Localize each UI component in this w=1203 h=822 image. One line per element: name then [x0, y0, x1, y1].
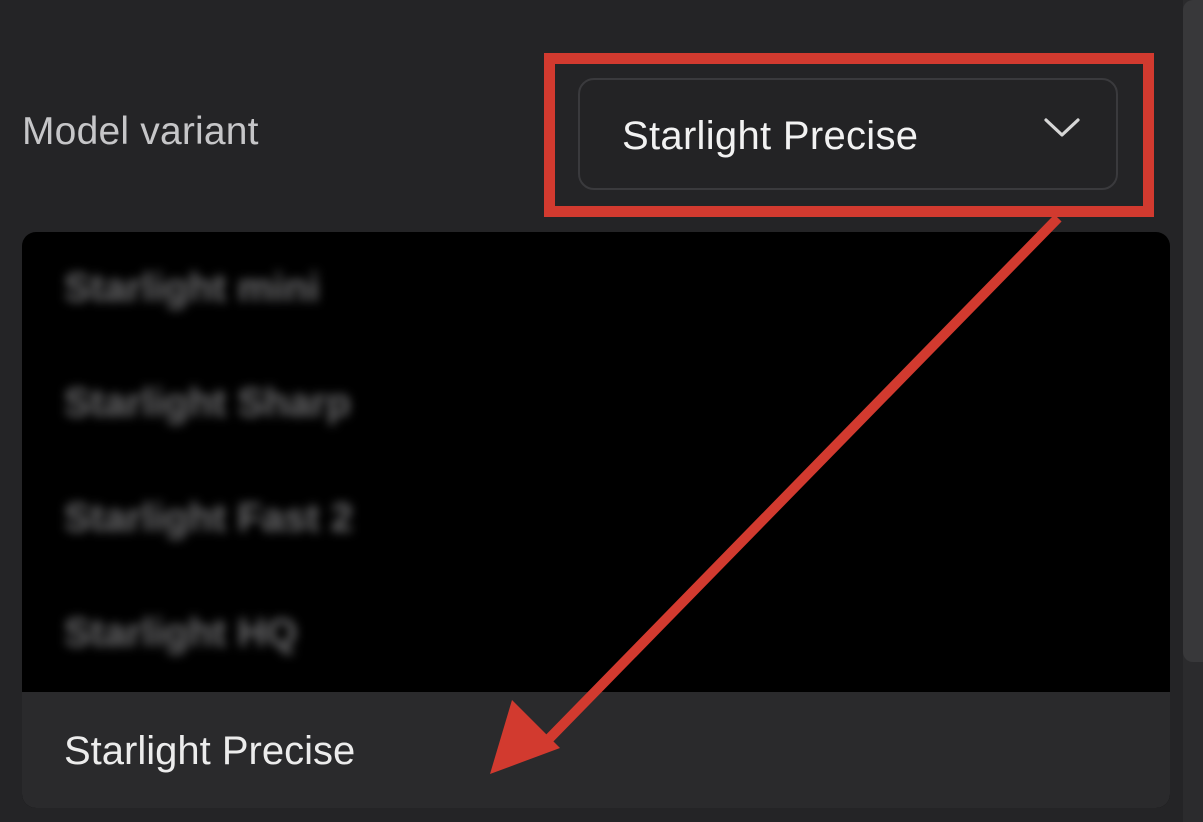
- model-variant-label: Model variant: [22, 110, 259, 153]
- option-starlight-hq[interactable]: Starlight HQ: [22, 577, 1170, 692]
- chevron-down-icon: [1044, 118, 1080, 137]
- option-label: Starlight Fast 2: [64, 496, 353, 540]
- option-label: Starlight HQ: [64, 611, 298, 655]
- option-starlight-fast-2[interactable]: Starlight Fast 2: [22, 462, 1170, 577]
- option-label: Starlight Precise: [64, 729, 356, 773]
- option-starlight-precise[interactable]: Starlight Precise: [22, 692, 1170, 808]
- model-variant-dropdown-list: Starlight mini Starlight Sharp Starlight…: [22, 232, 1170, 808]
- option-label: Starlight mini: [64, 266, 320, 310]
- option-label: Starlight Sharp: [64, 381, 351, 425]
- option-starlight-mini[interactable]: Starlight mini: [22, 232, 1170, 347]
- scrollbar-track[interactable]: [1183, 0, 1203, 822]
- selected-value: Starlight Precise: [622, 114, 919, 158]
- settings-panel: Model variant Starlight Precise Starligh…: [0, 0, 1203, 822]
- model-variant-select[interactable]: Starlight Precise: [578, 78, 1118, 190]
- option-starlight-sharp[interactable]: Starlight Sharp: [22, 347, 1170, 462]
- scrollbar-thumb[interactable]: [1183, 0, 1203, 662]
